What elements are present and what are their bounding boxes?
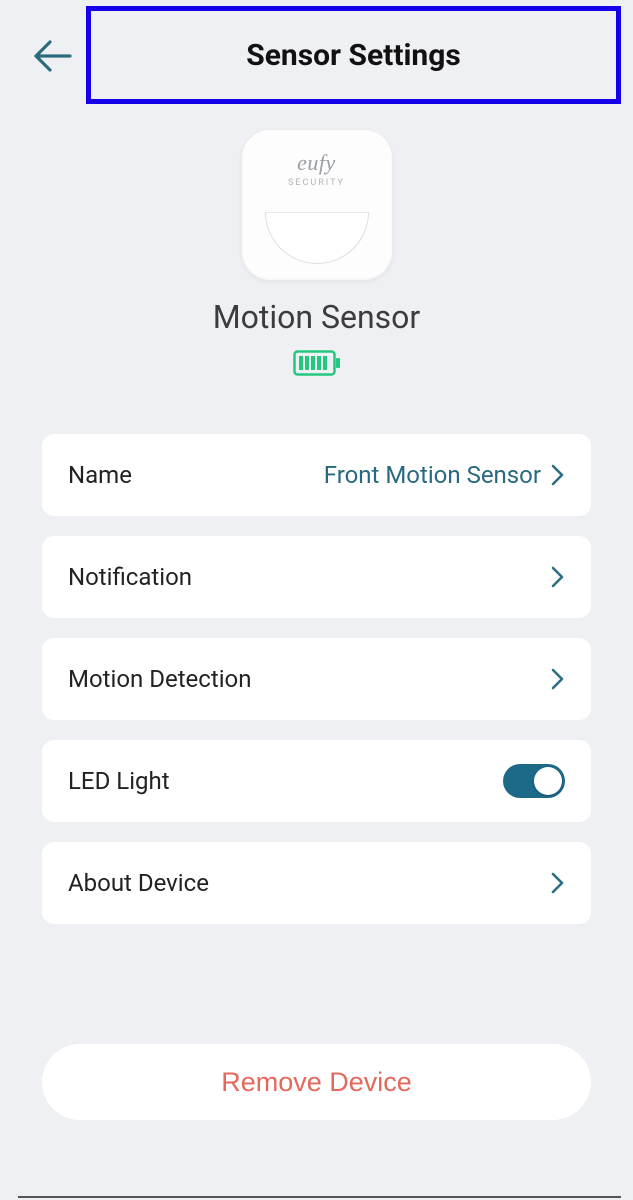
device-name-label: Motion Sensor bbox=[213, 298, 421, 336]
brand-subtext: SECURITY bbox=[288, 178, 345, 188]
remove-section: Remove Device bbox=[42, 1044, 591, 1120]
header: Sensor Settings bbox=[0, 0, 633, 110]
row-name-label: Name bbox=[68, 461, 132, 489]
sensor-lens-graphic bbox=[265, 212, 369, 264]
back-button[interactable] bbox=[28, 32, 76, 80]
title-highlight-box: Sensor Settings bbox=[86, 6, 621, 104]
device-image: eufy SECURITY bbox=[242, 130, 392, 280]
chevron-right-icon bbox=[551, 871, 565, 895]
led-toggle[interactable] bbox=[503, 764, 565, 798]
row-motion-label: Motion Detection bbox=[68, 665, 251, 693]
chevron-right-icon bbox=[551, 667, 565, 691]
brand-logo: eufy bbox=[297, 150, 336, 176]
device-summary: eufy SECURITY Motion Sensor bbox=[0, 130, 633, 380]
chevron-right-icon bbox=[551, 463, 565, 487]
bottom-divider bbox=[18, 1196, 621, 1198]
remove-device-button[interactable]: Remove Device bbox=[42, 1044, 591, 1120]
row-name[interactable]: Name Front Motion Sensor bbox=[42, 434, 591, 516]
row-led-label: LED Light bbox=[68, 767, 170, 795]
row-about-label: About Device bbox=[68, 869, 209, 897]
battery-full-icon bbox=[293, 350, 341, 380]
toggle-knob bbox=[534, 767, 562, 795]
chevron-right-icon bbox=[551, 565, 565, 589]
row-led-light: LED Light bbox=[42, 740, 591, 822]
row-notification[interactable]: Notification bbox=[42, 536, 591, 618]
row-notification-label: Notification bbox=[68, 563, 192, 591]
settings-list: Name Front Motion Sensor Notification Mo… bbox=[42, 434, 591, 924]
back-arrow-icon bbox=[32, 39, 72, 73]
page-title: Sensor Settings bbox=[246, 38, 461, 73]
row-motion-detection[interactable]: Motion Detection bbox=[42, 638, 591, 720]
row-name-value: Front Motion Sensor bbox=[324, 461, 541, 489]
row-about-device[interactable]: About Device bbox=[42, 842, 591, 924]
